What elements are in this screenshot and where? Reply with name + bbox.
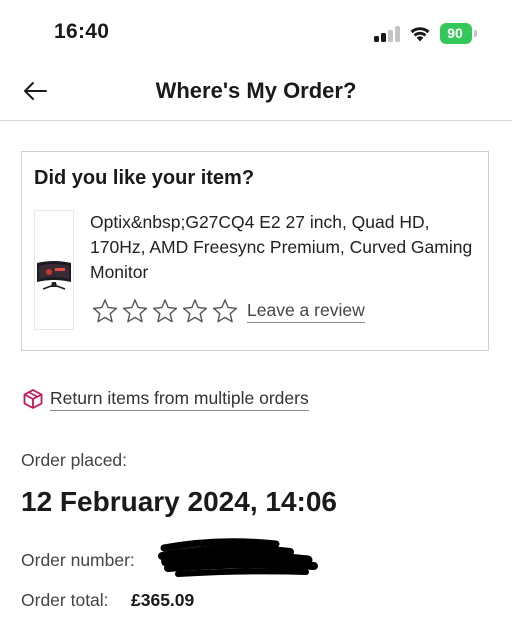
return-items-link[interactable]: Return items from multiple orders [50, 388, 309, 411]
star-icon[interactable] [152, 298, 178, 324]
status-bar: 16:40 90 [0, 0, 512, 64]
review-heading: Did you like your item? [34, 167, 255, 189]
order-date: 12 February 2024, 14:06 [21, 486, 337, 517]
order-number-label: Order number: [21, 550, 135, 570]
page-title: Where's My Order? [155, 78, 357, 103]
star-icon[interactable] [212, 298, 238, 324]
review-card: Did you like your item? Optix&nbsp;G27CQ… [21, 151, 489, 351]
star-icon[interactable] [182, 298, 208, 324]
star-icon[interactable] [122, 298, 148, 324]
wifi-icon [410, 27, 430, 42]
star-rating[interactable] [92, 298, 238, 324]
battery-icon: 90 [440, 23, 478, 44]
order-total-value: £365.09 [131, 590, 195, 610]
status-time: 16:40 [54, 20, 110, 43]
order-total-label: Order total: [21, 590, 109, 610]
page-header: Where's My Order? [0, 64, 512, 121]
star-icon[interactable] [92, 298, 118, 324]
monitor-image [37, 261, 71, 290]
order-placed-label: Order placed: [21, 450, 128, 470]
box-icon [23, 389, 43, 409]
leave-review-link[interactable]: Leave a review [247, 300, 365, 323]
product-name[interactable]: Optix&nbsp;G27CQ4 E2 27 inch, Quad HD, 1… [90, 210, 476, 285]
product-thumbnail[interactable] [34, 210, 74, 330]
battery-level: 90 [447, 25, 463, 41]
cellular-signal-icon [374, 26, 402, 42]
redaction-scribble [158, 538, 318, 577]
